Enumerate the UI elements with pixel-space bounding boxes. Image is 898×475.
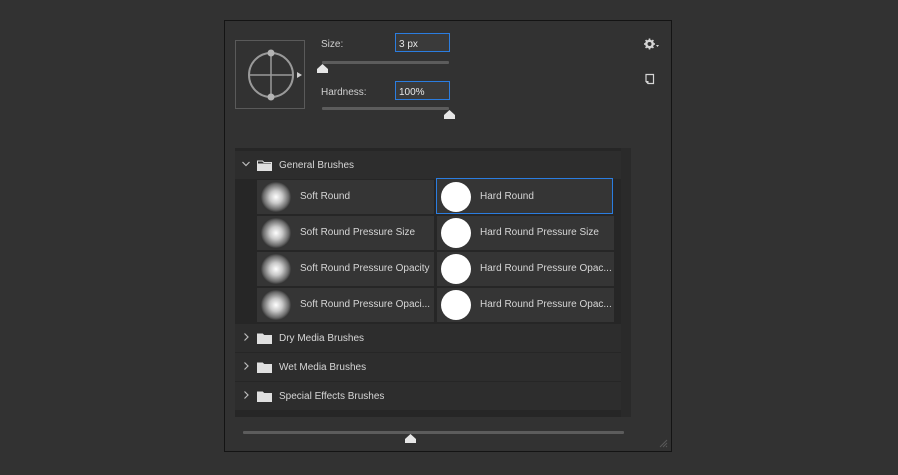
brush-tip-preview[interactable]	[235, 40, 305, 109]
brush-name: Hard Round Pressure Size	[480, 227, 599, 238]
size-field[interactable]	[395, 33, 450, 52]
size-label: Size:	[321, 39, 344, 50]
brush-group-general[interactable]: General Brushes	[235, 151, 621, 179]
folder-icon	[257, 333, 272, 344]
folder-icon	[257, 391, 272, 402]
hardness-label: Hardness:	[321, 87, 367, 98]
brush-name: Hard Round Pressure Opac...	[480, 263, 612, 274]
thumbnail-size-slider-track[interactable]	[243, 431, 624, 434]
brush-name: Soft Round Pressure Size	[300, 227, 416, 238]
brush-group-wet-media[interactable]: Wet Media Brushes	[235, 353, 621, 381]
brush-name: Soft Round Pressure Opacity	[300, 263, 430, 274]
new-preset-icon[interactable]	[644, 72, 656, 85]
folder-icon	[257, 160, 272, 171]
brush-tip-preview-icon	[248, 49, 302, 101]
brush-name: Soft Round Pressure Opaci...	[300, 299, 431, 310]
brush-tip-thumbnail	[261, 290, 291, 320]
brush-group-dry-media[interactable]: Dry Media Brushes	[235, 324, 621, 352]
hardness-slider-track[interactable]	[322, 107, 449, 110]
brush-preset-picker: Size: Hardness:	[224, 20, 672, 452]
brush-group-name: General Brushes	[279, 160, 355, 171]
hardness-field[interactable]	[395, 81, 450, 100]
brush-name: Soft Round	[300, 191, 351, 202]
folder-icon	[257, 362, 272, 373]
brush-group-name: Dry Media Brushes	[279, 333, 365, 344]
gear-icon[interactable]	[644, 38, 660, 50]
chevron-down-icon[interactable]	[241, 159, 251, 169]
brush-soft-round-pressure-opacity[interactable]: Soft Round Pressure Opacity	[257, 252, 434, 286]
chevron-right-icon[interactable]	[241, 361, 251, 371]
brush-list[interactable]: General Brushes Soft Round Hard Round So…	[235, 148, 631, 417]
brush-tip-thumbnail	[441, 254, 471, 284]
brush-group-name: Wet Media Brushes	[279, 362, 367, 373]
brush-hard-round-pressure-size[interactable]: Hard Round Pressure Size	[437, 216, 614, 250]
brush-soft-round-pressure-opacity-size[interactable]: Soft Round Pressure Opaci...	[257, 288, 434, 322]
brush-group-special-effects[interactable]: Special Effects Brushes	[235, 382, 621, 410]
brush-tip-thumbnail	[441, 290, 471, 320]
brush-list-scrollbar[interactable]	[621, 148, 631, 417]
brush-tip-thumbnail	[261, 254, 291, 284]
brush-name: Hard Round	[480, 191, 534, 202]
brush-tip-thumbnail	[261, 218, 291, 248]
chevron-right-icon[interactable]	[241, 390, 251, 400]
brush-soft-round[interactable]: Soft Round	[257, 180, 434, 214]
size-slider-track[interactable]	[322, 61, 449, 64]
brush-name: Hard Round Pressure Opac...	[480, 299, 612, 310]
size-slider-thumb[interactable]	[316, 64, 328, 73]
brush-hard-round-pressure-opacity[interactable]: Hard Round Pressure Opac...	[437, 252, 614, 286]
brush-tip-thumbnail	[441, 218, 471, 248]
brush-hard-round-pressure-opacity-size[interactable]: Hard Round Pressure Opac...	[437, 288, 614, 322]
brush-group-name: Special Effects Brushes	[279, 391, 385, 402]
brush-tip-thumbnail	[261, 182, 291, 212]
brush-tip-thumbnail	[441, 182, 471, 212]
brush-hard-round[interactable]: Hard Round	[436, 178, 613, 214]
resize-grip-icon[interactable]	[658, 438, 668, 448]
chevron-right-icon[interactable]	[241, 332, 251, 342]
hardness-slider-thumb[interactable]	[443, 110, 455, 119]
thumbnail-size-slider-thumb[interactable]	[405, 434, 417, 443]
brush-soft-round-pressure-size[interactable]: Soft Round Pressure Size	[257, 216, 434, 250]
